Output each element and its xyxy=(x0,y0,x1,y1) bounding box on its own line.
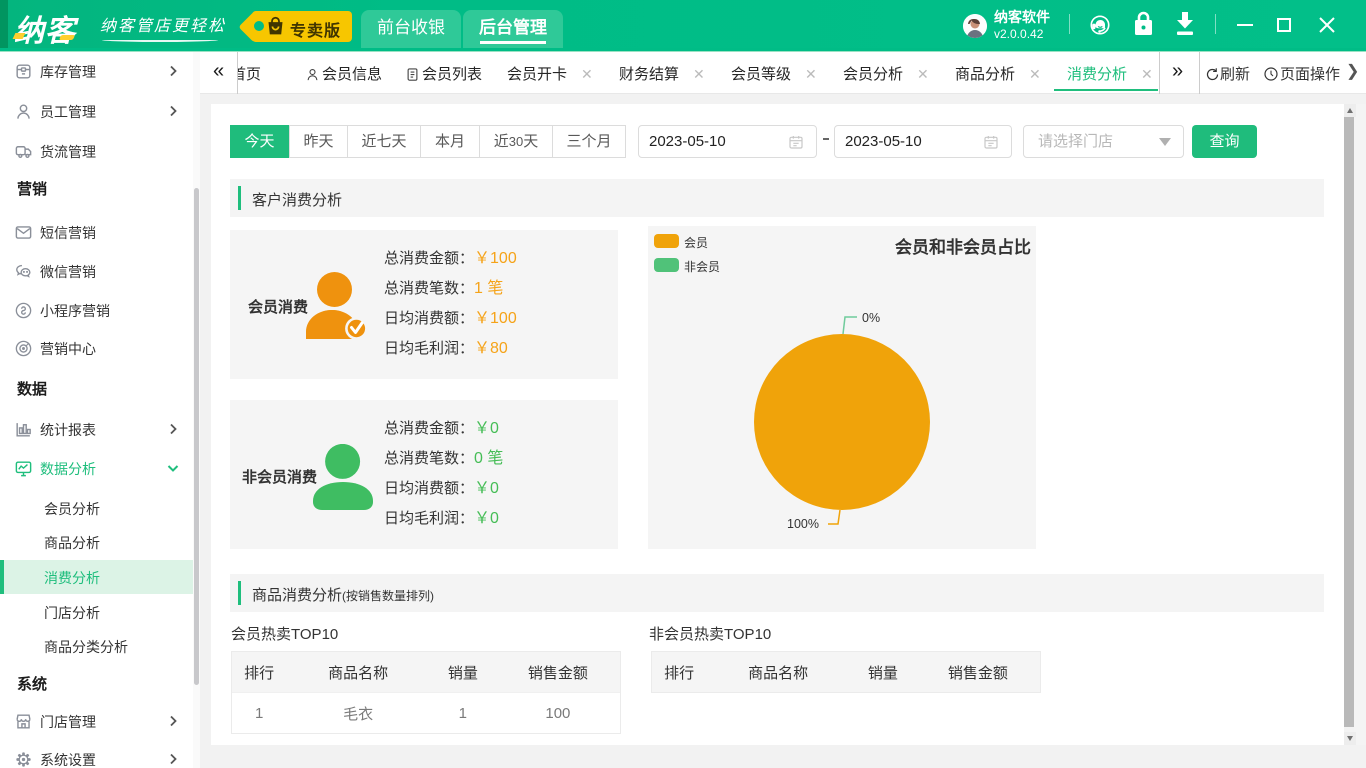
svg-text:100%: 100% xyxy=(787,517,819,531)
svg-text:0%: 0% xyxy=(862,311,880,325)
